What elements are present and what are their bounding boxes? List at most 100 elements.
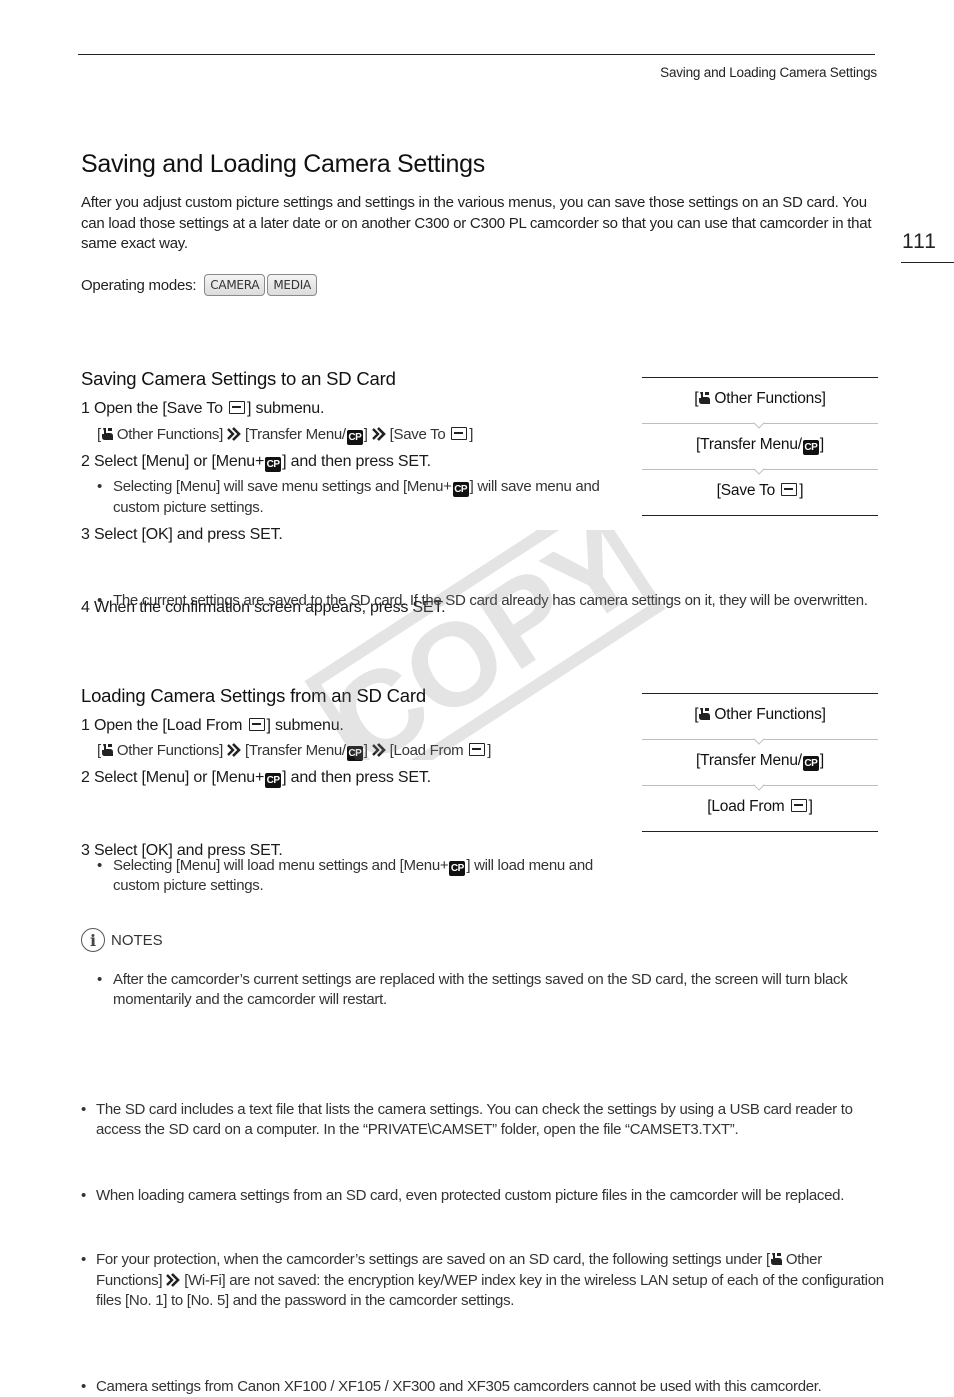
save-step-4: 4 When the confirmation screen appears, … xyxy=(81,599,445,617)
note-item: Camera settings from Canon XF100 / XF105… xyxy=(81,1377,886,1397)
step-number: 4 xyxy=(81,599,90,616)
flow-label: [Load From xyxy=(707,798,788,815)
path-other-functions: Other Functions] xyxy=(117,742,223,759)
path-transfer-menu: [Transfer Menu/ xyxy=(245,742,346,759)
path-bracket: ] xyxy=(364,426,368,443)
path-other-functions: Other Functions] xyxy=(117,426,223,443)
path-transfer-menu: [Transfer Menu/ xyxy=(245,426,346,443)
cp-icon: CP xyxy=(347,430,363,445)
flow-label: Other Functions] xyxy=(714,706,825,723)
cp-icon: CP xyxy=(265,457,281,472)
flow-label: [Save To xyxy=(717,482,780,499)
note-item: For your protection, when the camcorder’… xyxy=(81,1250,886,1312)
sd-card-icon xyxy=(249,718,265,731)
load-section-heading: Loading Camera Settings from an SD Card xyxy=(81,685,426,707)
save-flow-diagram: [Other Functions] [Transfer Menu/CP] [Sa… xyxy=(642,377,878,516)
step-text: Open the [Load From xyxy=(94,717,247,734)
flow-step-save-to: [Save To ] xyxy=(642,469,878,515)
step-text: Select [OK] and press SET. xyxy=(94,526,283,543)
sd-card-icon xyxy=(781,483,797,496)
operating-modes-label: Operating modes: xyxy=(81,277,196,294)
cp-icon: CP xyxy=(449,861,465,876)
double-chevron-right-icon xyxy=(372,427,386,441)
flow-step-transfer-menu: [Transfer Menu/CP] xyxy=(642,739,878,785)
double-chevron-right-icon xyxy=(166,1273,180,1287)
flow-label: [Transfer Menu/ xyxy=(696,436,802,453)
cp-icon: CP xyxy=(803,440,819,455)
step-text: When the confirmation screen appears, pr… xyxy=(94,599,445,616)
cp-icon: CP xyxy=(803,756,819,771)
note-text-end: [Wi-Fi] are not saved: the encryption ke… xyxy=(96,1272,884,1310)
load-section: Loading Camera Settings from an SD Card xyxy=(81,685,426,707)
path-load-from: [Load From xyxy=(390,742,468,759)
step-text-end: ] submenu. xyxy=(267,717,344,734)
page-title: Saving and Loading Camera Settings xyxy=(81,150,485,179)
path-bracket: ] xyxy=(364,742,368,759)
page-number: 111 xyxy=(902,230,937,254)
double-chevron-right-icon xyxy=(227,743,241,757)
step-number: 2 xyxy=(81,769,90,786)
step-number: 1 xyxy=(81,717,90,734)
path-bracket: ] xyxy=(487,742,491,759)
mode-badge-camera: CAMERA xyxy=(204,274,265,296)
mode-badge-media: MEDIA xyxy=(267,274,317,296)
step-number: 1 xyxy=(81,400,90,417)
flow-label: [Transfer Menu/ xyxy=(696,752,802,769)
info-icon: i xyxy=(81,928,105,952)
step-text: Select [OK] and press SET. xyxy=(94,842,283,859)
step-text-end: ] and then press SET. xyxy=(282,769,431,786)
sd-card-icon xyxy=(469,743,485,756)
sd-card-icon xyxy=(229,401,245,414)
load-step-3-bullet: After the camcorder’s current settings a… xyxy=(97,970,898,1011)
note-item: The SD card includes a text file that li… xyxy=(81,1100,886,1141)
cp-icon: CP xyxy=(265,773,281,788)
save-section-heading: Saving Camera Settings to an SD Card xyxy=(81,368,396,390)
save-section: Saving Camera Settings to an SD Card xyxy=(81,368,396,390)
save-step-1: 1 Open the [Save To ] submenu. xyxy=(81,400,324,418)
cp-icon: CP xyxy=(347,746,363,761)
running-header: Saving and Loading Camera Settings xyxy=(660,65,877,80)
step-text: Select [Menu] or [Menu+ xyxy=(94,453,264,470)
watermark-text: COPY xyxy=(309,530,661,760)
flow-step-load-from: [Load From ] xyxy=(642,785,878,831)
wrench-icon xyxy=(101,743,114,757)
wrench-icon xyxy=(698,707,711,721)
sd-card-icon xyxy=(791,799,807,812)
load-step-1: 1 Open the [Load From ] submenu. xyxy=(81,717,344,735)
load-step-2-bullet: Selecting [Menu] will load menu settings… xyxy=(97,856,613,897)
copy-watermark: COPY xyxy=(300,530,670,760)
save-step-3: 3 Select [OK] and press SET. xyxy=(81,526,283,544)
wrench-icon xyxy=(770,1252,783,1266)
load-flow-diagram: [Other Functions] [Transfer Menu/CP] [Lo… xyxy=(642,693,878,832)
step-text: Open the [Save To xyxy=(94,400,227,417)
load-step-2: 2 Select [Menu] or [Menu+CP] and then pr… xyxy=(81,769,431,788)
step-number: 3 xyxy=(81,842,90,859)
bullet-text: Selecting [Menu] will save menu settings… xyxy=(113,478,452,495)
path-save-to: [Save To xyxy=(390,426,450,443)
flow-label: Other Functions] xyxy=(714,390,825,407)
load-step-3: 3 Select [OK] and press SET. xyxy=(81,842,283,860)
notes-header: i NOTES xyxy=(81,928,163,952)
cp-icon: CP xyxy=(453,482,469,497)
double-chevron-right-icon xyxy=(372,743,386,757)
note-text: For your protection, when the camcorder’… xyxy=(96,1251,762,1268)
page-number-rule xyxy=(901,262,954,263)
flow-step-other-functions: [Other Functions] xyxy=(642,378,878,423)
notes-heading: NOTES xyxy=(111,932,163,949)
header-rule xyxy=(78,54,875,55)
intro-paragraph: After you adjust custom picture settings… xyxy=(81,193,881,255)
step-number: 2 xyxy=(81,453,90,470)
save-menu-path: [Other Functions][Transfer Menu/CP][Save… xyxy=(97,426,473,445)
wrench-icon xyxy=(698,391,711,405)
path-bracket: ] xyxy=(469,426,473,443)
step-number: 3 xyxy=(81,526,90,543)
step-text-end: ] and then press SET. xyxy=(282,453,431,470)
double-chevron-right-icon xyxy=(227,427,241,441)
save-step-2-bullet: Selecting [Menu] will save menu settings… xyxy=(97,477,613,518)
save-step-2: 2 Select [Menu] or [Menu+CP] and then pr… xyxy=(81,453,431,472)
wrench-icon xyxy=(101,427,114,441)
load-menu-path: [Other Functions][Transfer Menu/CP][Load… xyxy=(97,742,491,761)
sd-card-icon xyxy=(451,427,467,440)
step-text: Select [Menu] or [Menu+ xyxy=(94,769,264,786)
flow-step-transfer-menu: [Transfer Menu/CP] xyxy=(642,423,878,469)
